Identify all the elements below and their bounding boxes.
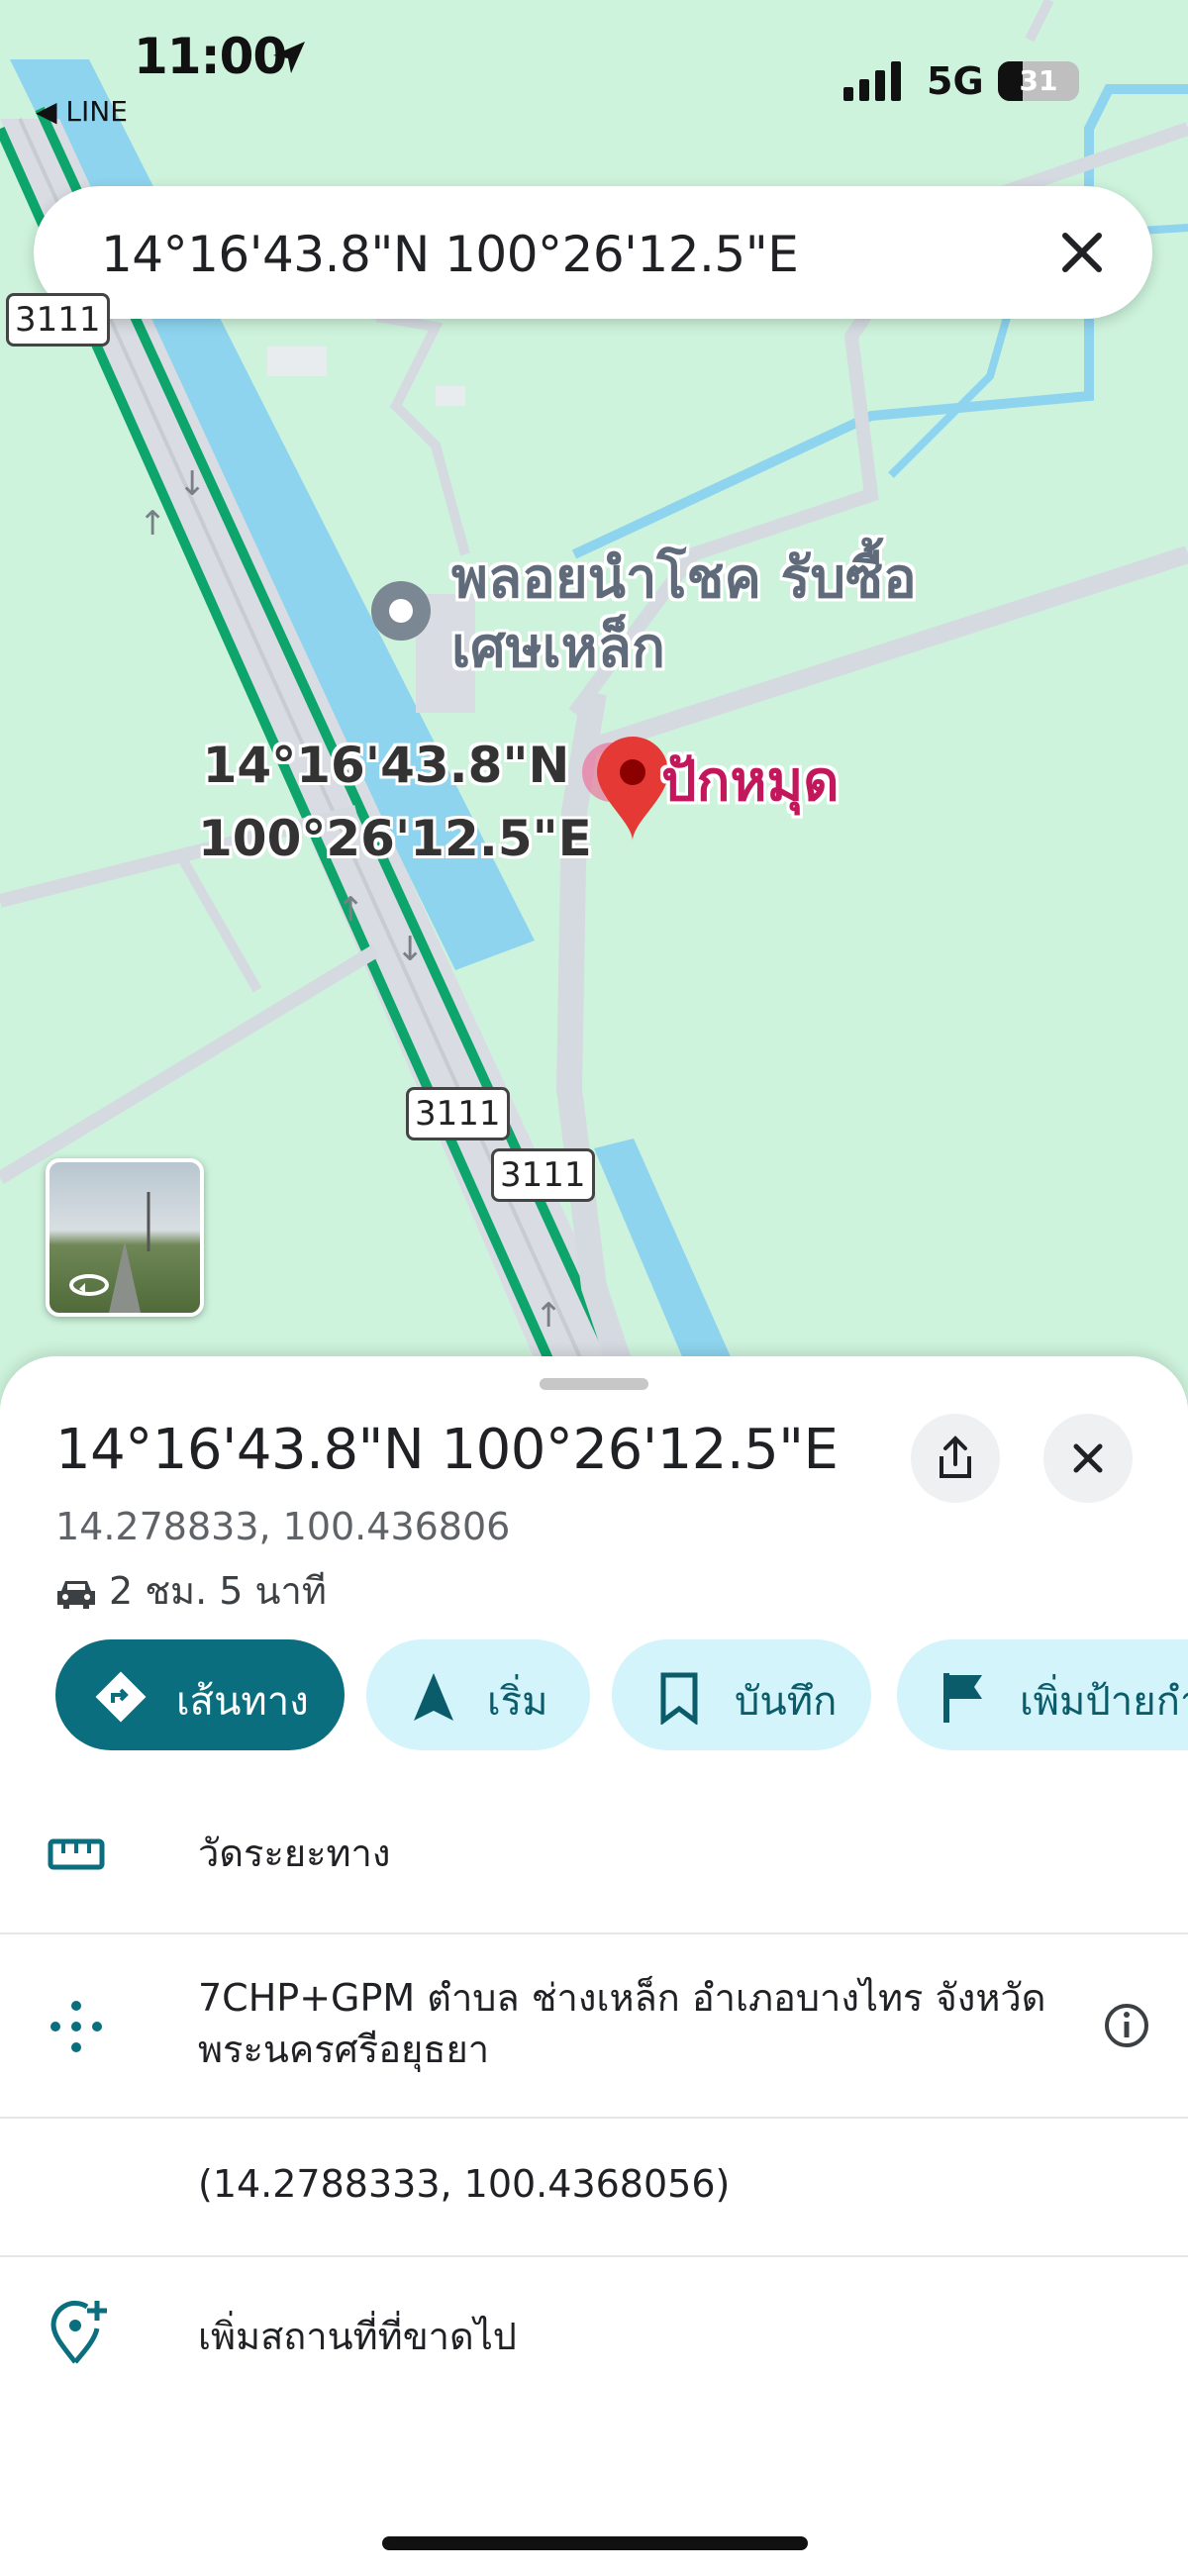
- car-icon: [57, 1580, 95, 1609]
- coordinate-label-lat: 14°16'43.8"N: [202, 737, 570, 794]
- close-icon: [1073, 1443, 1103, 1473]
- add-missing-place-row[interactable]: เพิ่มสถานที่ที่ขาดไป: [0, 2255, 1188, 2414]
- battery-icon: 31: [998, 61, 1079, 101]
- back-to-line-link[interactable]: ◀ LINE: [36, 95, 128, 128]
- building-3: [436, 386, 465, 406]
- location-arrow-icon: [273, 42, 305, 73]
- info-icon[interactable]: [1103, 2002, 1150, 2049]
- add-missing-place-label: เพิ่มสถานที่ที่ขาดไป: [198, 2315, 517, 2358]
- local-road-7: [375, 312, 470, 556]
- road-shield: 3111: [406, 1087, 510, 1140]
- search-bar[interactable]: 14°16'43.8"N 100°26'12.5"E: [34, 186, 1152, 319]
- road-shield: 3111: [491, 1148, 595, 1202]
- directions-button[interactable]: เส้นทาง: [55, 1639, 345, 1750]
- directions-label: เส้นทาง: [176, 1679, 309, 1725]
- save-label: บันทึก: [735, 1679, 838, 1725]
- start-label: เริ่ม: [487, 1679, 548, 1725]
- action-chips: เส้นทาง เริ่ม บันทึก เพิ่มป้ายกำ: [55, 1639, 1188, 1750]
- coordinates-row[interactable]: (14.2788333, 100.4368056): [0, 2117, 1188, 2257]
- status-time: 11:00: [134, 28, 287, 85]
- home-indicator[interactable]: [382, 2536, 808, 2550]
- close-sheet-button[interactable]: [1043, 1414, 1133, 1503]
- direction-arrow: ↓: [178, 464, 207, 504]
- network-type: 5G: [927, 59, 984, 103]
- drive-time: 2 ชม. 5 นาที: [55, 1560, 327, 1621]
- battery-percent: 31: [1019, 64, 1058, 97]
- plus-code-row[interactable]: 7CHP+GPM ตำบล ช่างเหล็ก อำเภอบางไทร จังห…: [0, 1932, 1188, 2119]
- directions-icon: [95, 1671, 147, 1723]
- share-icon: [940, 1436, 971, 1478]
- dropped-pin-icon: [597, 737, 668, 842]
- navigation-arrow-icon: [414, 1673, 453, 1721]
- coordinate-label-lng: 100°26'12.5"E: [198, 810, 592, 867]
- coordinates-text: (14.2788333, 100.4368056): [198, 2162, 731, 2206]
- poi-label[interactable]: พลอยนำโชค รับซื้อเศษเหล็ก: [451, 545, 927, 683]
- search-query[interactable]: 14°16'43.8"N 100°26'12.5"E: [101, 226, 799, 283]
- save-button[interactable]: บันทึก: [612, 1639, 871, 1750]
- road-shield: 3111: [6, 293, 110, 347]
- plus-code-icon: [50, 2001, 102, 2052]
- place-title: 14°16'43.8"N 100°26'12.5"E: [55, 1418, 839, 1482]
- add-location-icon: [50, 2300, 107, 2364]
- street-view-thumbnail[interactable]: [46, 1158, 204, 1317]
- bookmark-icon: [660, 1672, 698, 1725]
- measure-distance-row[interactable]: วัดระยะทาง: [0, 1782, 1188, 1934]
- building-2: [267, 347, 327, 376]
- direction-arrow: ↑: [139, 504, 167, 544]
- drive-time-text: 2 ชม. 5 นาที: [109, 1569, 327, 1613]
- signal-icon: [843, 61, 901, 101]
- direction-arrow: ↑: [535, 1296, 563, 1336]
- map-view[interactable]: ↓ ↑ ↑ ↓ ↑ 11:00 ◀ LINE 5G 31 14°16'43.8"…: [0, 0, 1188, 1406]
- sheet-drag-handle[interactable]: [540, 1378, 648, 1390]
- direction-arrow: ↑: [337, 890, 365, 930]
- add-label-text: เพิ่มป้ายกำ: [1020, 1679, 1188, 1725]
- plus-code-text: 7CHP+GPM ตำบล ช่างเหล็ก อำเภอบางไทร จังห…: [198, 1976, 1046, 2071]
- pin-label: ปักหมุด: [661, 749, 840, 814]
- share-button[interactable]: [911, 1414, 1000, 1503]
- coordinate-label: 14°16'43.8"N 100°26'12.5"E: [198, 729, 592, 875]
- ruler-icon: [48, 1838, 105, 1870]
- local-road-4: [0, 944, 380, 1184]
- add-label-button[interactable]: เพิ่มป้ายกำ: [897, 1639, 1188, 1750]
- measure-distance-label: วัดระยะทาง: [198, 1832, 391, 1875]
- street-view-icon: [69, 1192, 150, 1313]
- flag-icon: [943, 1673, 982, 1723]
- place-sheet[interactable]: 14°16'43.8"N 100°26'12.5"E 14.278833, 10…: [0, 1356, 1188, 2576]
- direction-arrow: ↓: [396, 930, 425, 969]
- clear-search-icon[interactable]: [1047, 218, 1117, 287]
- decimal-coordinates: 14.278833, 100.436806: [55, 1505, 511, 1548]
- start-button[interactable]: เริ่ม: [366, 1639, 590, 1750]
